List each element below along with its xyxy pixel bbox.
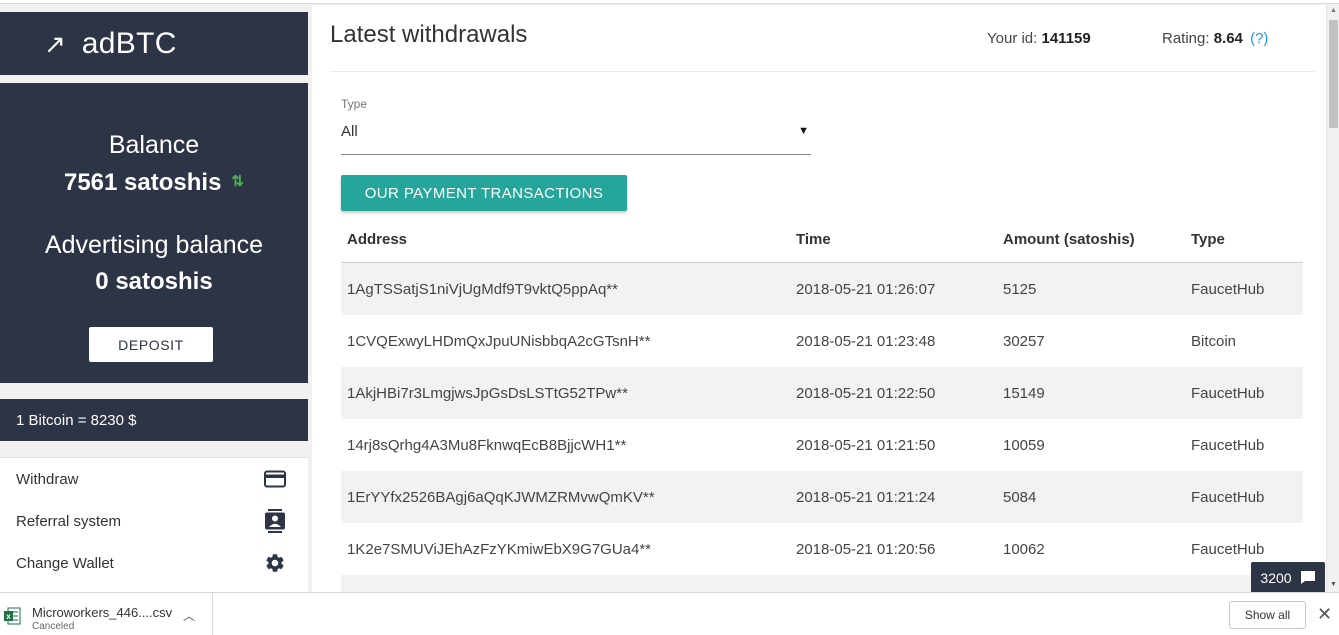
deposit-button[interactable]: DEPOSIT [89,327,213,362]
row-type: FaucetHub [1191,384,1265,402]
row-amount: 5084 [1003,488,1037,506]
row-address: 1CVQExwyLHDmQxJpuUNisbbqA2cGTsnH** [347,332,651,350]
chevron-up-icon[interactable]: ︿ [183,607,195,624]
swap-arrows-icon[interactable]: ⇅ [231,173,244,190]
rating: Rating: 8.64 (?) [1162,30,1268,47]
bitcoin-rate: 1 Bitcoin = 8230 $ [0,399,308,441]
row-amount: 10062 [1003,540,1045,558]
page-title: Latest withdrawals [330,21,528,48]
rating-label: Rating: [1162,30,1210,47]
rating-value: 8.64 [1213,30,1243,47]
table-row: 1CVQExwyLHDmQxJpuUNisbbqA2cGTsnH** 2018-… [341,315,1303,367]
row-amount: 30257 [1003,332,1045,350]
chat-bubble-icon [1300,570,1316,585]
table-row: 1AgTSSatjS1niVjUgMdf9T9vktQ5ppAq** 2018-… [341,263,1303,315]
table-header: Address Time Amount (satoshis) Type [341,217,1303,263]
advertising-balance-label: Advertising balance [44,231,264,259]
table-row: 1K2e7SMUViJEhAzFzYKmiwEbX9G7GUa4** 2018-… [341,523,1303,575]
user-id-value: 141159 [1041,30,1091,47]
download-status: Canceled [32,621,75,632]
row-amount: 10059 [1003,436,1045,454]
credit-card-icon [264,468,286,490]
sidebar-item-change-wallet[interactable]: Change Wallet [0,542,308,584]
scroll-down-icon[interactable]: ▼ [1330,581,1337,588]
row-time: 2018-05-21 01:21:24 [796,488,936,506]
row-amount: 15149 [1003,384,1045,402]
balance-value-row: 7561 satoshis ⇅ [0,169,308,197]
payment-transactions-button[interactable]: OUR PAYMENT TRANSACTIONS [341,175,627,211]
row-time: 2018-05-21 01:26:07 [796,280,936,298]
chat-button[interactable]: 3200 [1251,562,1325,593]
row-address: 1AkjHBi7r3LmgjwsJpGsDsLSTtG52TPw** [347,384,628,402]
type-filter-value: All [341,123,358,140]
sidebar-menu: Withdraw Referral system Change Wallet [0,457,308,592]
row-type: FaucetHub [1191,436,1265,454]
rating-help-link[interactable]: (?) [1250,30,1268,47]
row-amount: 5125 [1003,280,1037,298]
brand-name: adBTC [81,26,177,60]
type-filter-select[interactable]: All ▼ [341,117,811,155]
vertical-scrollbar[interactable]: ▲ ▼ [1326,5,1339,592]
balance-label: Balance [108,131,200,159]
table-row: 1ErYYfx2526BAgj6aQqKJWMZRMvwQmKV** 2018-… [341,471,1303,523]
scroll-up-icon[interactable]: ▲ [1330,7,1337,14]
sidebar-item-referral[interactable]: Referral system [0,500,308,542]
download-file-name: Microworkers_446....csv [32,605,173,620]
sidebar-item-label: Withdraw [16,470,79,488]
row-type: FaucetHub [1191,488,1265,506]
sidebar-item-label: Change Wallet [16,554,114,572]
row-address: 1AgTSSatjS1niVjUgMdf9T9vktQ5ppAq** [347,280,618,298]
gear-icon [264,552,286,574]
svg-text:x: x [6,612,11,621]
balance-card: Balance 7561 satoshis ⇅ Advertising balan… [0,83,308,383]
column-header-time: Time [796,231,831,248]
divider [330,71,1315,72]
advertising-balance-value: 0 satoshis [95,268,213,295]
browser-top-edge [0,0,1339,4]
table-row: 1AkjHBi7r3LmgjwsJpGsDsLSTtG52TPw** 2018-… [341,367,1303,419]
user-id-label: Your id: [987,30,1038,47]
caret-down-icon: ▼ [798,125,809,137]
row-address: 14rj8sQrhg4A3Mu8FknwqEcB8BjjcWH1** [347,436,627,454]
row-time: 2018-05-21 01:21:50 [796,436,936,454]
download-bar: x Microworkers_446....csv Canceled ︿ Sho… [0,592,1339,635]
column-header-amount: Amount (satoshis) [1003,231,1135,248]
withdrawals-table: Address Time Amount (satoshis) Type 1AgT… [341,217,1303,593]
column-header-type: Type [1191,231,1225,248]
arrow-up-right-icon: ↗ [44,28,66,59]
sidebar-item-label: Referral system [16,512,122,530]
table-row-partial [341,575,1303,593]
row-address: 1ErYYfx2526BAgj6aQqKJWMZRMvwQmKV** [347,488,655,506]
row-type: Bitcoin [1191,332,1237,350]
row-type: FaucetHub [1191,280,1265,298]
download-item[interactable]: x Microworkers_446....csv Canceled ︿ [0,593,213,635]
excel-file-icon: x [3,607,21,630]
row-time: 2018-05-21 01:23:48 [796,332,936,350]
table-row: 14rj8sQrhg4A3Mu8FknwqEcB8BjjcWH1** 2018-… [341,419,1303,471]
user-id: Your id: 141159 [987,30,1091,47]
row-address: 1K2e7SMUViJEhAzFzYKmiwEbX9G7GUa4** [347,540,652,558]
show-all-button[interactable]: Show all [1229,601,1306,629]
balance-value: 7561 satoshis [63,169,222,196]
type-filter-label: Type [341,97,368,111]
chat-count: 3200 [1260,569,1292,586]
close-icon[interactable]: ✕ [1317,605,1332,623]
main-panel: Latest withdrawals Your id: 141159 Ratin… [312,5,1326,593]
brand-header[interactable]: ↗ adBTC [0,12,308,75]
sidebar-item-withdraw[interactable]: Withdraw [0,458,308,500]
contacts-icon [264,509,286,533]
row-time: 2018-05-21 01:22:50 [796,384,936,402]
scrollbar-thumb[interactable] [1329,20,1338,128]
row-time: 2018-05-21 01:20:56 [796,540,936,558]
column-header-address: Address [347,231,408,248]
